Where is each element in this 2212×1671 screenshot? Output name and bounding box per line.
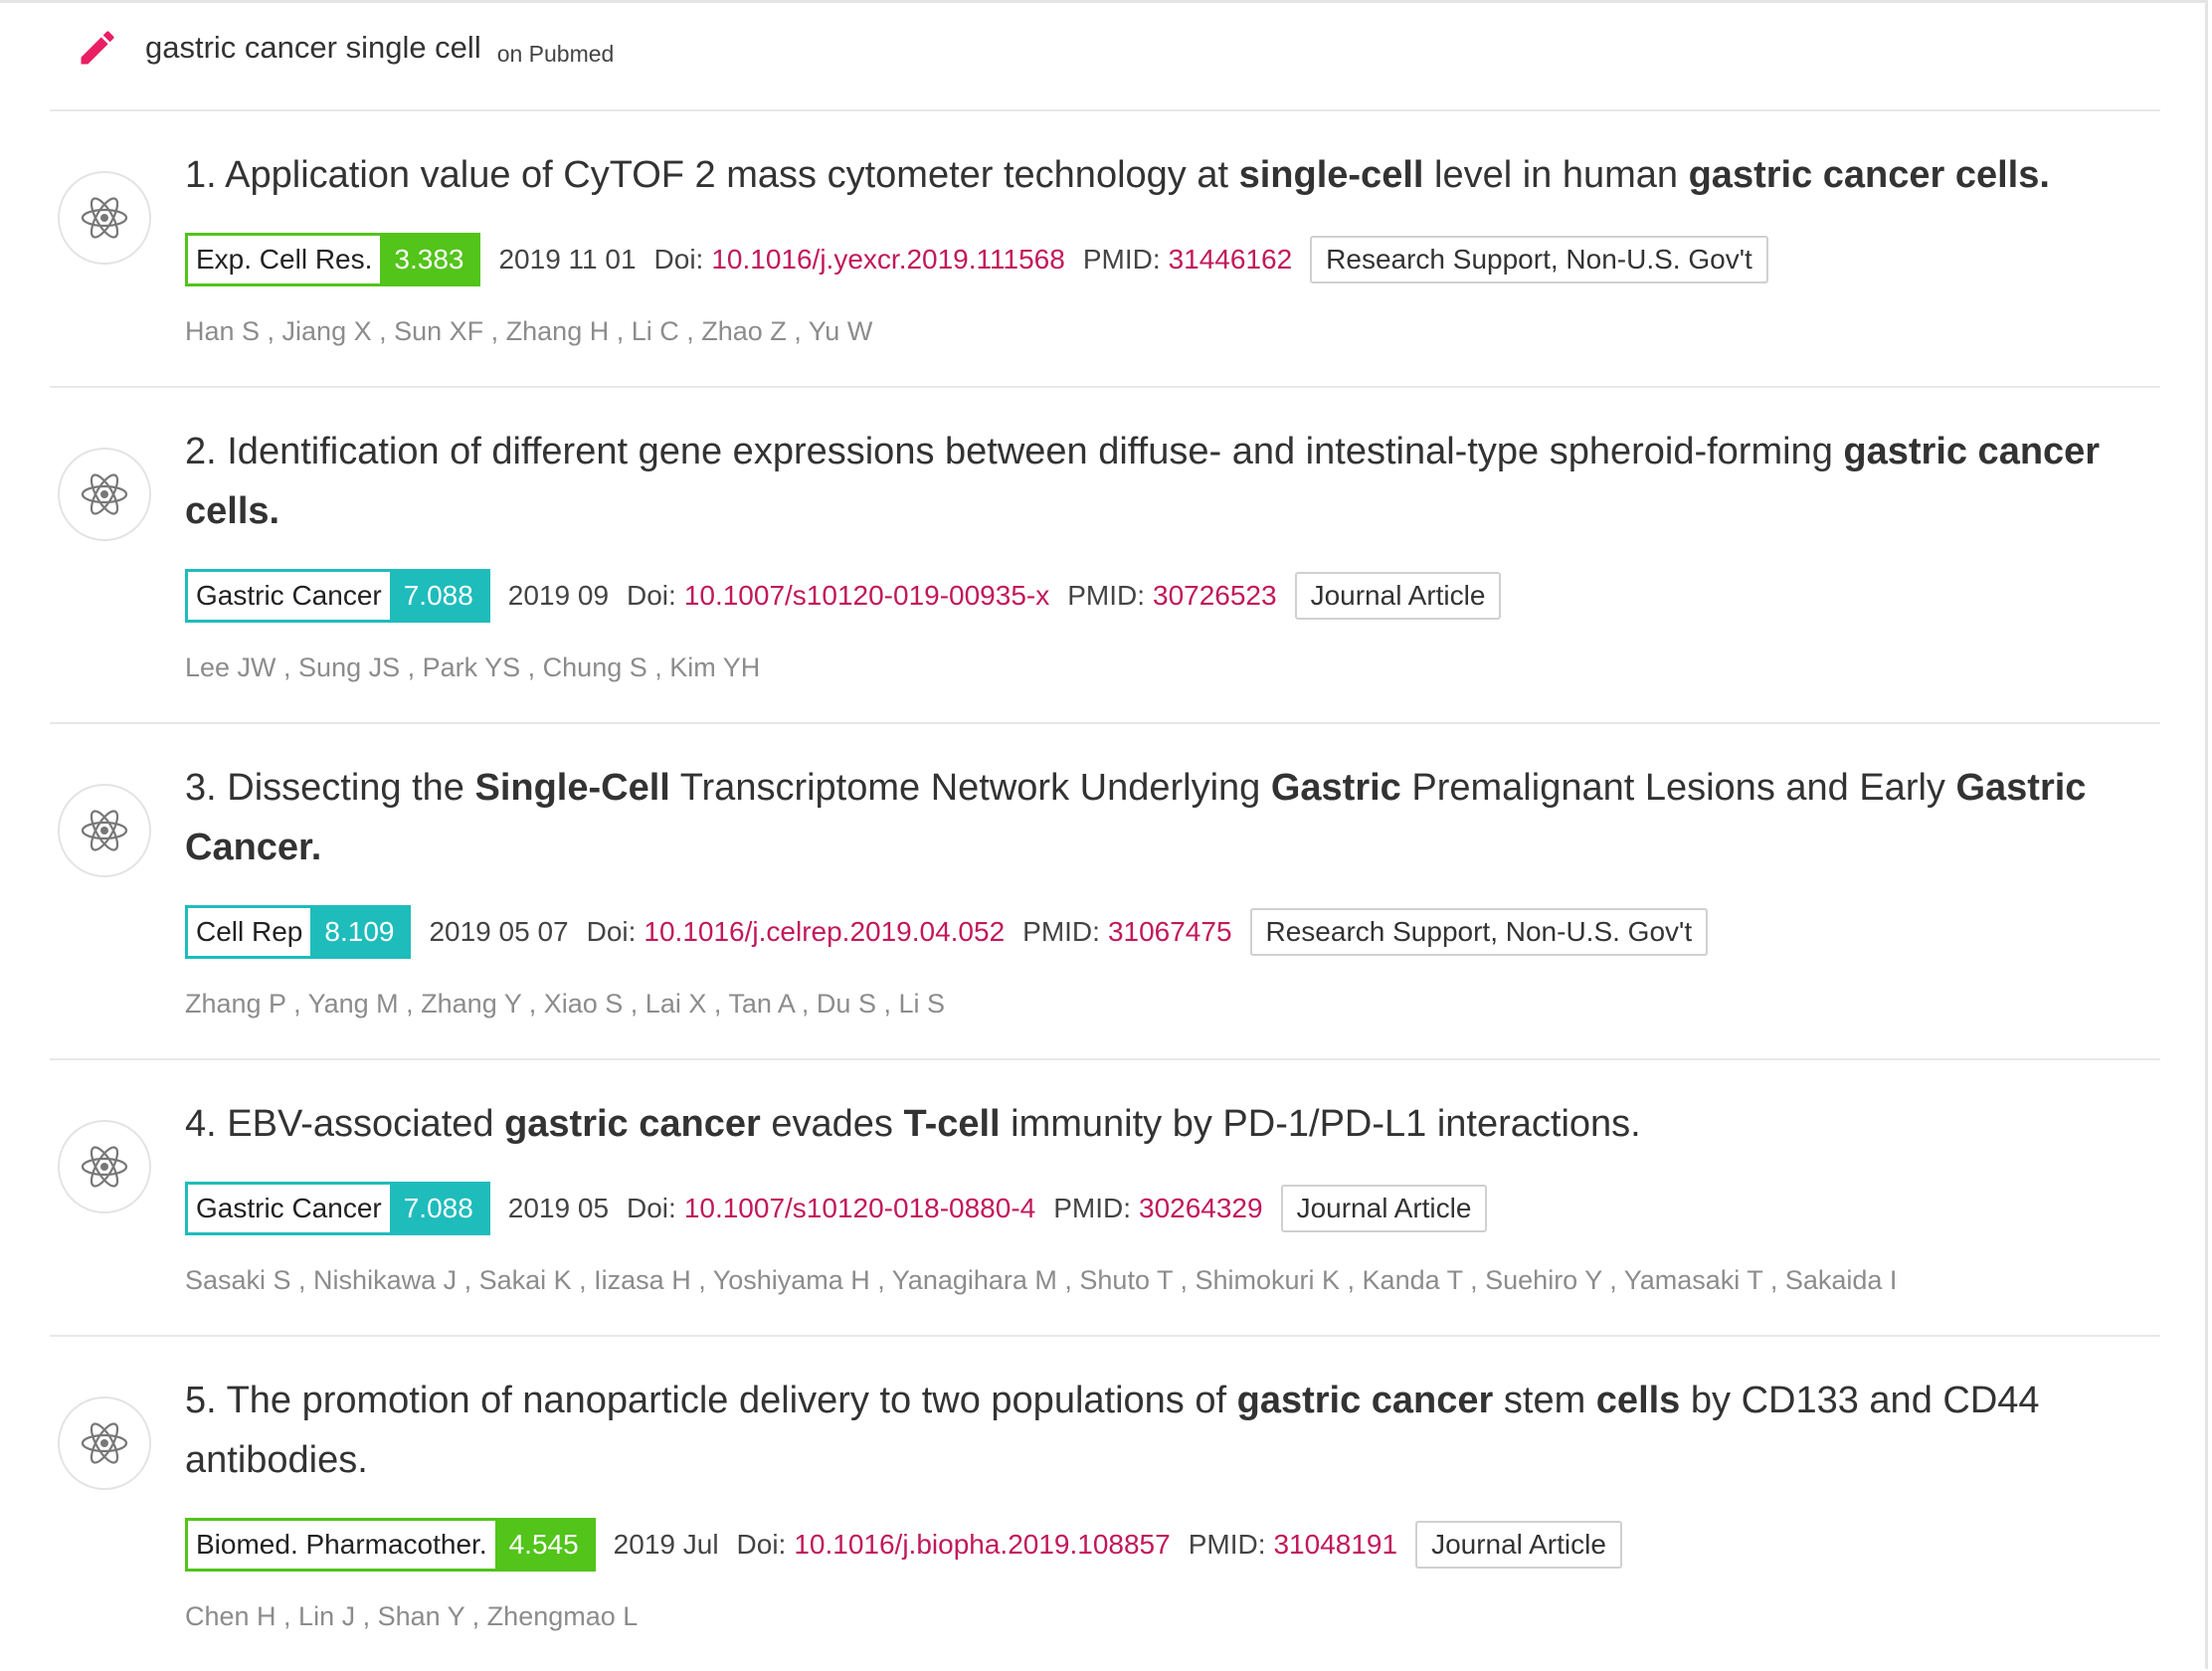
- pub-type-tag[interactable]: Journal Article: [1415, 1521, 1622, 1569]
- title-text: Premalignant Lesions and Early: [1400, 767, 1956, 809]
- article-title[interactable]: 4. EBV-associated gastric cancer evades …: [185, 1094, 2164, 1154]
- divider: [50, 1058, 2160, 1060]
- title-text: EBV-associated: [227, 1103, 505, 1145]
- pmid-label: PMID:: [1067, 580, 1145, 611]
- article-title[interactable]: 1. Application value of CyTOF 2 mass cyt…: [185, 145, 2164, 205]
- journal-badge[interactable]: Exp. Cell Res. 3.383: [185, 233, 481, 286]
- title-text: immunity by PD-1/PD-L1 interactions.: [1000, 1103, 1641, 1145]
- atom-icon: [58, 448, 151, 541]
- pmid-link[interactable]: 31067475: [1108, 916, 1232, 948]
- article-title[interactable]: 3. Dissecting the Single-Cell Transcript…: [185, 758, 2164, 877]
- article-title[interactable]: 2. Identification of different gene expr…: [185, 422, 2164, 541]
- pub-date: 2019 Jul: [613, 1529, 719, 1560]
- title-text: Dissecting the: [227, 767, 475, 809]
- article-meta: Exp. Cell Res. 3.383 2019 11 01 Doi: 10.…: [185, 233, 1768, 286]
- title-highlight: cells: [1595, 1380, 1681, 1421]
- title-text: Identification of different gene express…: [227, 431, 1844, 472]
- author-list: Chen H , Lin J , Shan Y , Zhengmao L: [185, 1601, 639, 1631]
- doi-link[interactable]: 10.1016/j.celrep.2019.04.052: [644, 916, 1005, 948]
- article-meta: Biomed. Pharmacother. 4.545 2019 Jul Doi…: [185, 1518, 1622, 1572]
- doi-link[interactable]: 10.1007/s10120-019-00935-x: [684, 580, 1049, 612]
- pub-type-tag[interactable]: Journal Article: [1280, 1185, 1488, 1232]
- atom-icon: [58, 1120, 151, 1213]
- title-text: evades: [760, 1103, 904, 1145]
- article-meta: Gastric Cancer 7.088 2019 05 Doi: 10.100…: [185, 1182, 1488, 1235]
- doi-link[interactable]: 10.1016/j.yexcr.2019.111568: [711, 244, 1064, 276]
- pmid-link[interactable]: 31446162: [1169, 244, 1293, 276]
- search-query[interactable]: gastric cancer single cell: [145, 30, 481, 66]
- journal-badge[interactable]: Gastric Cancer 7.088: [185, 1182, 490, 1235]
- pmid-label: PMID:: [1053, 1193, 1131, 1223]
- pub-date: 2019 09: [507, 580, 610, 611]
- pub-type-tag[interactable]: Research Support, Non-U.S. Gov't: [1310, 236, 1768, 283]
- pub-date: 2019 11 01: [498, 244, 637, 275]
- journal-name: Biomed. Pharmacother.: [188, 1521, 495, 1569]
- title-highlight: gastric cancer cells.: [1688, 154, 2050, 196]
- journal-name: Gastric Cancer: [188, 1185, 390, 1232]
- title-text: Transcriptome Network Underlying: [669, 767, 1271, 809]
- author-list: Zhang P , Yang M , Zhang Y , Xiao S , La…: [185, 989, 945, 1019]
- article-meta: Cell Rep 8.109 2019 05 07 Doi: 10.1016/j…: [185, 905, 1709, 959]
- journal-name: Cell Rep: [188, 908, 311, 956]
- journal-badge[interactable]: Cell Rep 8.109: [185, 905, 412, 959]
- doi-label: Doi:: [627, 580, 676, 611]
- article-index: 1.: [185, 154, 226, 196]
- title-text: Application value of CyTOF 2 mass cytome…: [225, 154, 1239, 196]
- divider: [50, 1335, 2160, 1337]
- pmid-link[interactable]: 30726523: [1153, 580, 1277, 612]
- title-highlight: Single-Cell: [474, 767, 670, 809]
- atom-icon: [58, 784, 151, 877]
- article-index: 4.: [185, 1103, 228, 1145]
- article-index: 3.: [185, 767, 228, 809]
- pmid-label: PMID:: [1188, 1529, 1266, 1560]
- divider: [50, 386, 2160, 388]
- impact-factor: 7.088: [389, 572, 487, 620]
- doi-link[interactable]: 10.1016/j.biopha.2019.108857: [794, 1529, 1170, 1561]
- atom-icon: [58, 1396, 151, 1490]
- impact-factor: 8.109: [310, 908, 409, 956]
- article-index: 5.: [185, 1380, 227, 1421]
- journal-badge[interactable]: Biomed. Pharmacother. 4.545: [185, 1518, 596, 1572]
- title-text: stem: [1493, 1380, 1596, 1421]
- divider: [50, 109, 2160, 111]
- title-highlight: Gastric: [1270, 767, 1401, 809]
- doi-label: Doi:: [586, 916, 637, 947]
- journal-badge[interactable]: Gastric Cancer 7.088: [185, 569, 490, 623]
- doi-label: Doi:: [627, 1193, 676, 1223]
- title-text: The promotion of nanoparticle delivery t…: [226, 1380, 1237, 1421]
- pub-type-tag[interactable]: Journal Article: [1294, 572, 1502, 620]
- title-text: level in human: [1423, 154, 1689, 196]
- pub-date: 2019 05: [507, 1193, 610, 1223]
- author-list: Han S , Jiang X , Sun XF , Zhang H , Li …: [185, 316, 873, 346]
- divider: [50, 722, 2160, 724]
- author-list: Sasaki S , Nishikawa J , Sakai K , Iizas…: [185, 1265, 1898, 1295]
- article-meta: Gastric Cancer 7.088 2019 09 Doi: 10.100…: [185, 569, 1502, 623]
- impact-factor: 4.545: [494, 1521, 593, 1569]
- journal-name: Gastric Cancer: [188, 572, 390, 620]
- doi-label: Doi:: [736, 1529, 787, 1560]
- article-title[interactable]: 5. The promotion of nanoparticle deliver…: [185, 1371, 2164, 1490]
- title-highlight: gastric cancer: [1236, 1380, 1494, 1421]
- pmid-label: PMID:: [1082, 244, 1161, 275]
- search-header: gastric cancer single cell on Pubmed: [74, 18, 614, 78]
- pub-type-tag[interactable]: Research Support, Non-U.S. Gov't: [1249, 908, 1709, 956]
- pmid-label: PMID:: [1022, 916, 1100, 947]
- search-source: on Pubmed: [496, 40, 615, 67]
- author-list: Lee JW , Sung JS , Park YS , Chung S , K…: [185, 652, 761, 682]
- impact-factor: 3.383: [380, 236, 478, 283]
- pmid-link[interactable]: 30264329: [1139, 1193, 1263, 1224]
- impact-factor: 7.088: [389, 1185, 487, 1232]
- title-highlight: T-cell: [903, 1103, 1001, 1145]
- atom-icon: [58, 171, 151, 265]
- pencil-icon[interactable]: [74, 24, 121, 72]
- pmid-link[interactable]: 31048191: [1273, 1529, 1397, 1561]
- title-highlight: gastric cancer: [504, 1103, 761, 1145]
- article-index: 2.: [185, 431, 228, 472]
- doi-link[interactable]: 10.1007/s10120-018-0880-4: [684, 1193, 1035, 1224]
- journal-name: Exp. Cell Res.: [188, 236, 381, 283]
- title-highlight: single-cell: [1238, 154, 1424, 196]
- pub-date: 2019 05 07: [429, 916, 569, 947]
- doi-label: Doi:: [653, 244, 704, 275]
